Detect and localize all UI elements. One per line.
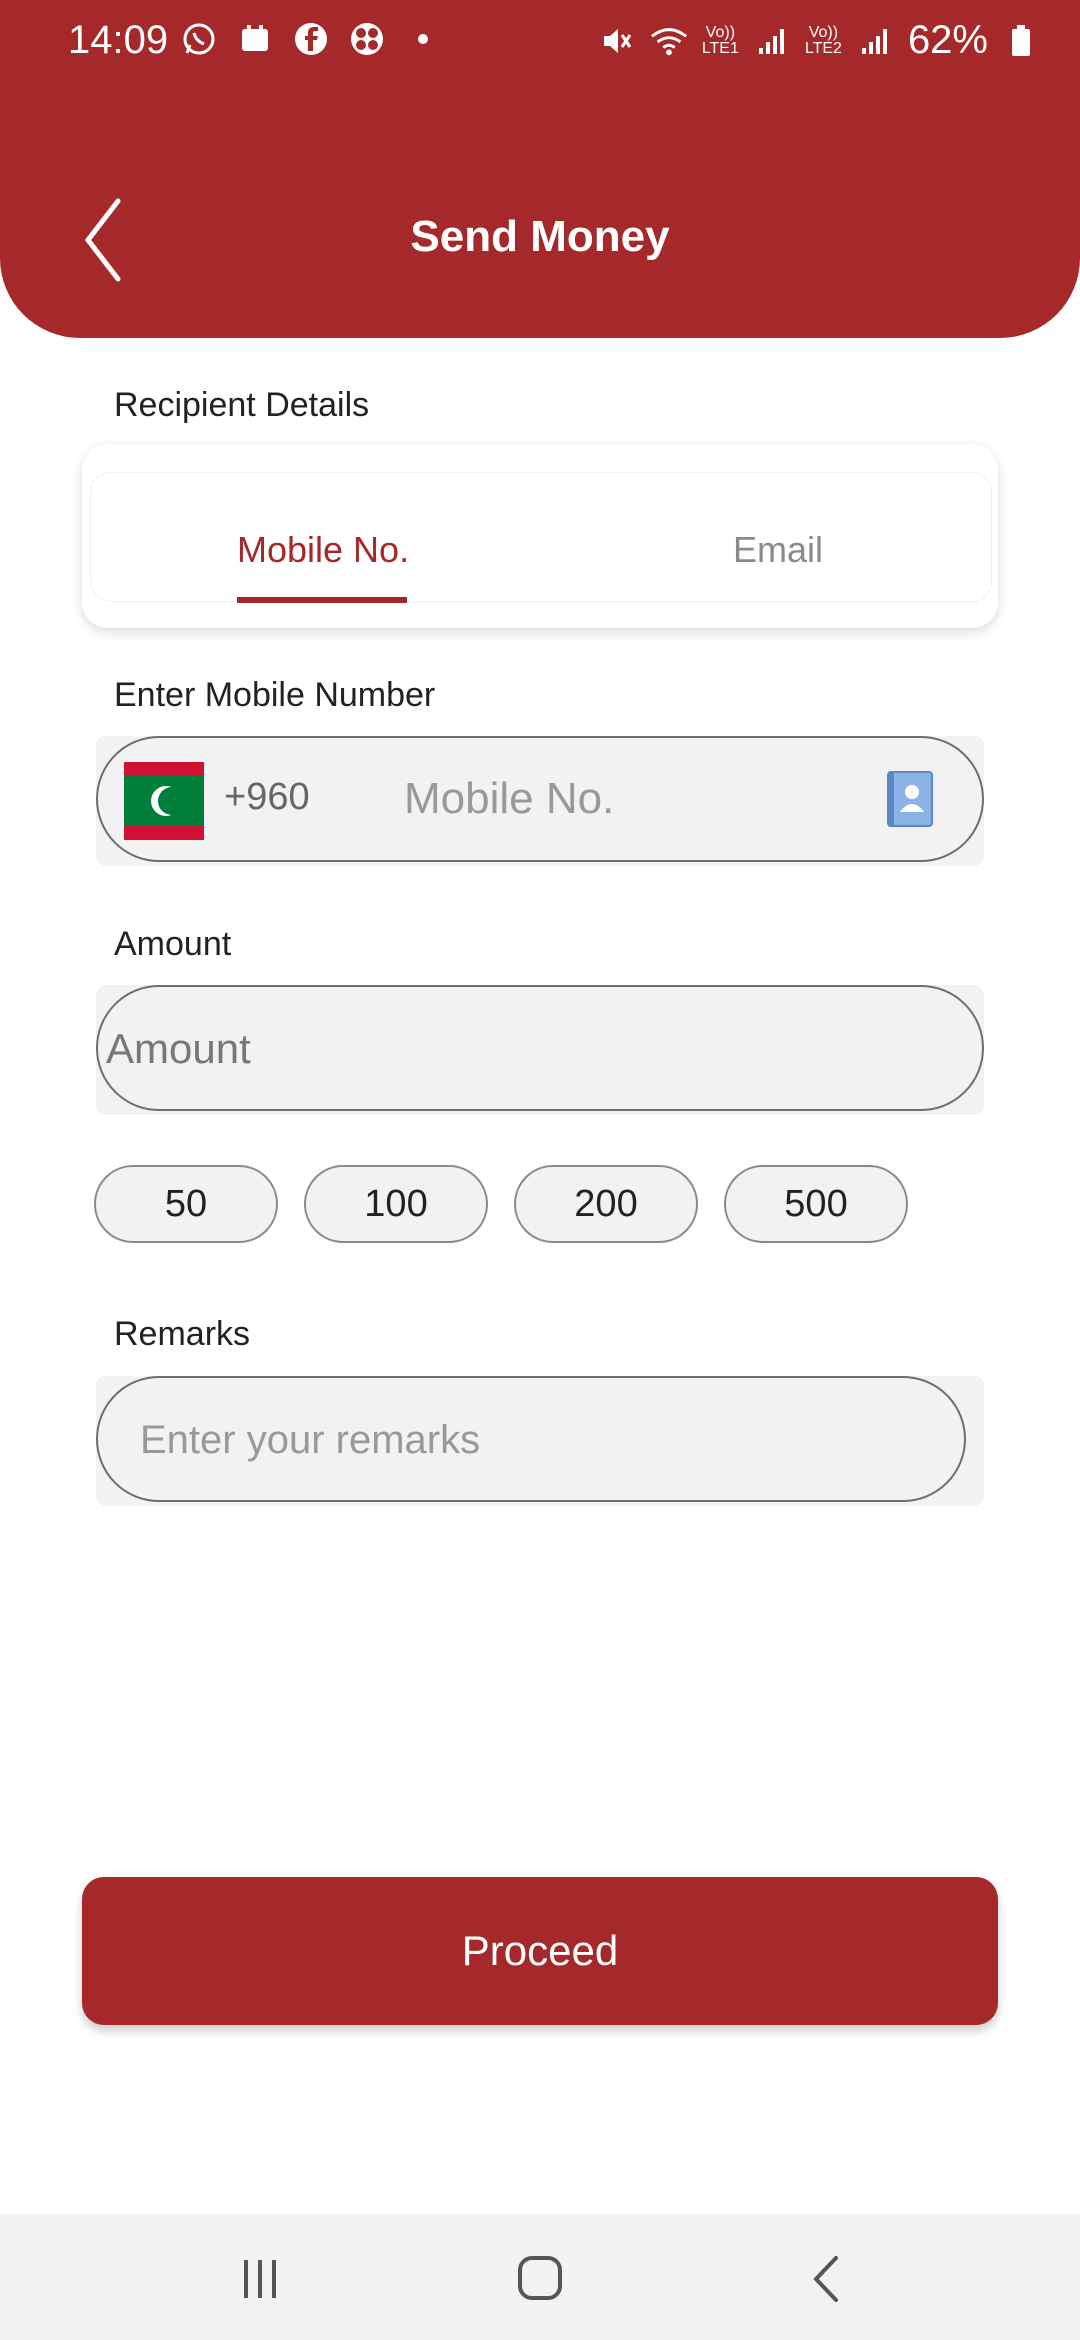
- calendar-icon: [236, 20, 274, 58]
- home-icon[interactable]: [511, 2252, 571, 2306]
- quick-amount-50[interactable]: 50: [94, 1165, 278, 1243]
- facebook-icon: [292, 20, 330, 58]
- status-bar: 14:09 Vo)) LTE1 Vo)) LTE2 62%: [0, 0, 1080, 84]
- mobile-number-label: Enter Mobile Number: [114, 676, 436, 714]
- tab-email[interactable]: Email: [733, 529, 823, 571]
- quick-amount-500[interactable]: 500: [724, 1165, 908, 1243]
- status-time: 14:09: [68, 18, 169, 62]
- mobile-number-input[interactable]: +960 Mobile No.: [96, 736, 984, 862]
- lte1-indicator: Vo)) LTE1: [701, 23, 739, 57]
- app-header: 14:09 Vo)) LTE1 Vo)) LTE2 62% Send Money: [0, 0, 1080, 338]
- remarks-label: Remarks: [114, 1315, 251, 1353]
- lte2-indicator: Vo)) LTE2: [804, 23, 842, 57]
- signal-1-icon: [753, 22, 791, 60]
- quick-amount-100[interactable]: 100: [304, 1165, 488, 1243]
- wifi-icon: [650, 22, 688, 60]
- nav-back-icon[interactable]: [800, 2252, 860, 2306]
- country-code[interactable]: +960: [224, 776, 310, 819]
- tabs-container: Mobile No. Email: [90, 472, 992, 603]
- mute-icon: [598, 22, 636, 60]
- system-icons: Vo)) LTE1 Vo)) LTE2 62%: [598, 18, 1040, 63]
- mobile-placeholder: Mobile No.: [404, 774, 615, 823]
- recipient-details-label: Recipient Details: [114, 386, 370, 424]
- recent-apps-icon[interactable]: [230, 2252, 290, 2306]
- maldives-flag-icon[interactable]: [124, 762, 204, 840]
- amount-input[interactable]: Amount: [96, 985, 984, 1111]
- amount-field-container: Amount: [96, 985, 984, 1115]
- recipient-tabs: Mobile No. Email: [82, 444, 998, 628]
- remarks-placeholder: Enter your remarks: [140, 1418, 481, 1462]
- signal-2-icon: [856, 22, 894, 60]
- battery-percentage: 62%: [907, 18, 988, 62]
- amount-placeholder: Amount: [106, 1025, 251, 1072]
- amount-label: Amount: [114, 925, 232, 963]
- system-navigation-bar: [0, 2214, 1080, 2340]
- battery-icon: [1002, 22, 1040, 60]
- quick-amount-200[interactable]: 200: [514, 1165, 698, 1243]
- contacts-book-icon[interactable]: [886, 770, 934, 828]
- page-title: Send Money: [410, 212, 670, 261]
- whatsapp-icon: [180, 20, 218, 58]
- notification-icons: [180, 20, 442, 58]
- app-notification-icon: [348, 20, 386, 58]
- remarks-input[interactable]: Enter your remarks: [96, 1376, 966, 1502]
- mobile-field-container: +960 Mobile No.: [96, 736, 984, 866]
- more-notifications-dot-icon: [404, 20, 442, 58]
- active-tab-indicator: [237, 597, 407, 603]
- remarks-field-container: Enter your remarks: [96, 1376, 984, 1506]
- tab-mobile-number[interactable]: Mobile No.: [237, 529, 409, 571]
- proceed-button[interactable]: Proceed: [82, 1877, 998, 2025]
